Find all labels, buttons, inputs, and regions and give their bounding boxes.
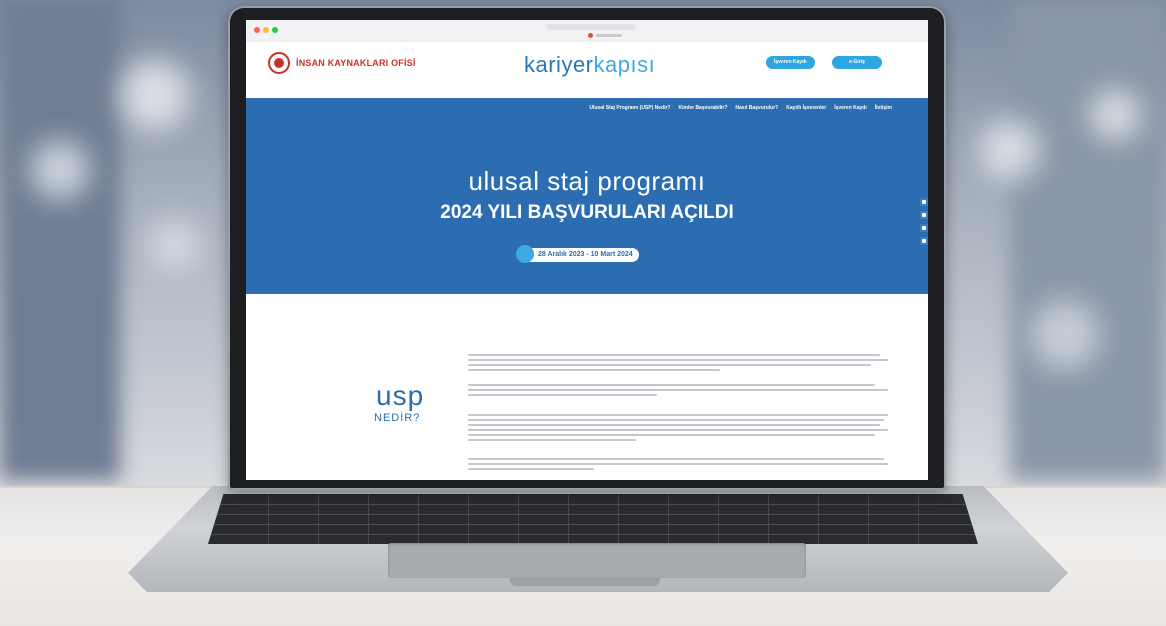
nav-item-employer-register[interactable]: İşveren Kaydı <box>834 105 867 111</box>
calendar-icon <box>516 245 534 263</box>
background-light <box>120 60 190 130</box>
site-header: İNSAN KAYNAKLARI OFİSİ kariyerkapısı İşv… <box>246 42 928 98</box>
tab-favicon-icon <box>588 33 593 38</box>
laptop-screen: İNSAN KAYNAKLARI OFİSİ kariyerkapısı İşv… <box>246 20 928 480</box>
nav-item-registered-employers[interactable]: Kayıtlı İşverenler <box>786 105 826 111</box>
background-light <box>1090 90 1140 140</box>
paragraph-text-block <box>468 354 888 374</box>
hero-banner: Ulusal Staj Programı (USP) Nedir? Kimler… <box>246 98 928 294</box>
kariyer-kapisi-logo[interactable]: kariyerkapısı <box>524 52 655 78</box>
paragraph-text-block <box>468 414 888 444</box>
brand-part1: kariyer <box>524 52 594 77</box>
brand-part2: kapısı <box>593 52 656 77</box>
background-light <box>1030 300 1100 370</box>
background-light <box>980 120 1040 180</box>
hero-subtitle: 2024 YILI BAŞVURULARI AÇILDI <box>440 202 734 223</box>
government-seal-icon <box>268 52 290 74</box>
paragraph-text-block <box>468 384 888 399</box>
laptop-keyboard <box>208 494 978 544</box>
browser-tab[interactable] <box>596 34 622 37</box>
usp-section: usp NEDİR? <box>246 294 928 480</box>
window-close-dot[interactable] <box>254 27 260 33</box>
instagram-icon[interactable] <box>920 198 928 206</box>
nav-item-contact[interactable]: İletişim <box>875 105 892 111</box>
nav-item-how-to-apply[interactable]: Nasıl Başvurulur? <box>735 105 778 111</box>
employer-register-button[interactable]: İşveren Kaydı <box>766 56 815 69</box>
youtube-icon[interactable] <box>920 237 928 245</box>
date-range: 28 Aralık 2023 - 10 Mart 2024 <box>538 251 633 258</box>
hero-title: ulusal staj programı <box>468 166 706 196</box>
main-nav: Ulusal Staj Programı (USP) Nedir? Kimler… <box>589 105 892 111</box>
background-pillar <box>1010 0 1166 480</box>
laptop-trackpad <box>388 543 806 578</box>
office-name[interactable]: İNSAN KAYNAKLARI OFİSİ <box>296 58 416 68</box>
address-bar[interactable] <box>546 24 636 30</box>
nav-item-usp[interactable]: Ulusal Staj Programı (USP) Nedir? <box>589 105 670 111</box>
window-minimize-dot[interactable] <box>263 27 269 33</box>
background-pillar <box>0 0 120 480</box>
background-light <box>150 220 200 270</box>
facebook-icon[interactable] <box>920 211 928 219</box>
application-date-badge: 28 Aralık 2023 - 10 Mart 2024 <box>516 245 639 263</box>
background-light <box>30 140 90 200</box>
laptop-front-notch <box>510 578 660 586</box>
usp-heading: usp <box>376 380 425 411</box>
window-maximize-dot[interactable] <box>272 27 278 33</box>
twitter-icon[interactable] <box>920 224 928 232</box>
nedir-heading: NEDİR? <box>374 412 421 424</box>
e-login-button[interactable]: e-Giriş <box>832 56 882 69</box>
paragraph-text-block <box>468 458 888 473</box>
browser-chrome <box>246 20 928 43</box>
nav-item-who-can-apply[interactable]: Kimler Başvurabilir? <box>679 105 728 111</box>
